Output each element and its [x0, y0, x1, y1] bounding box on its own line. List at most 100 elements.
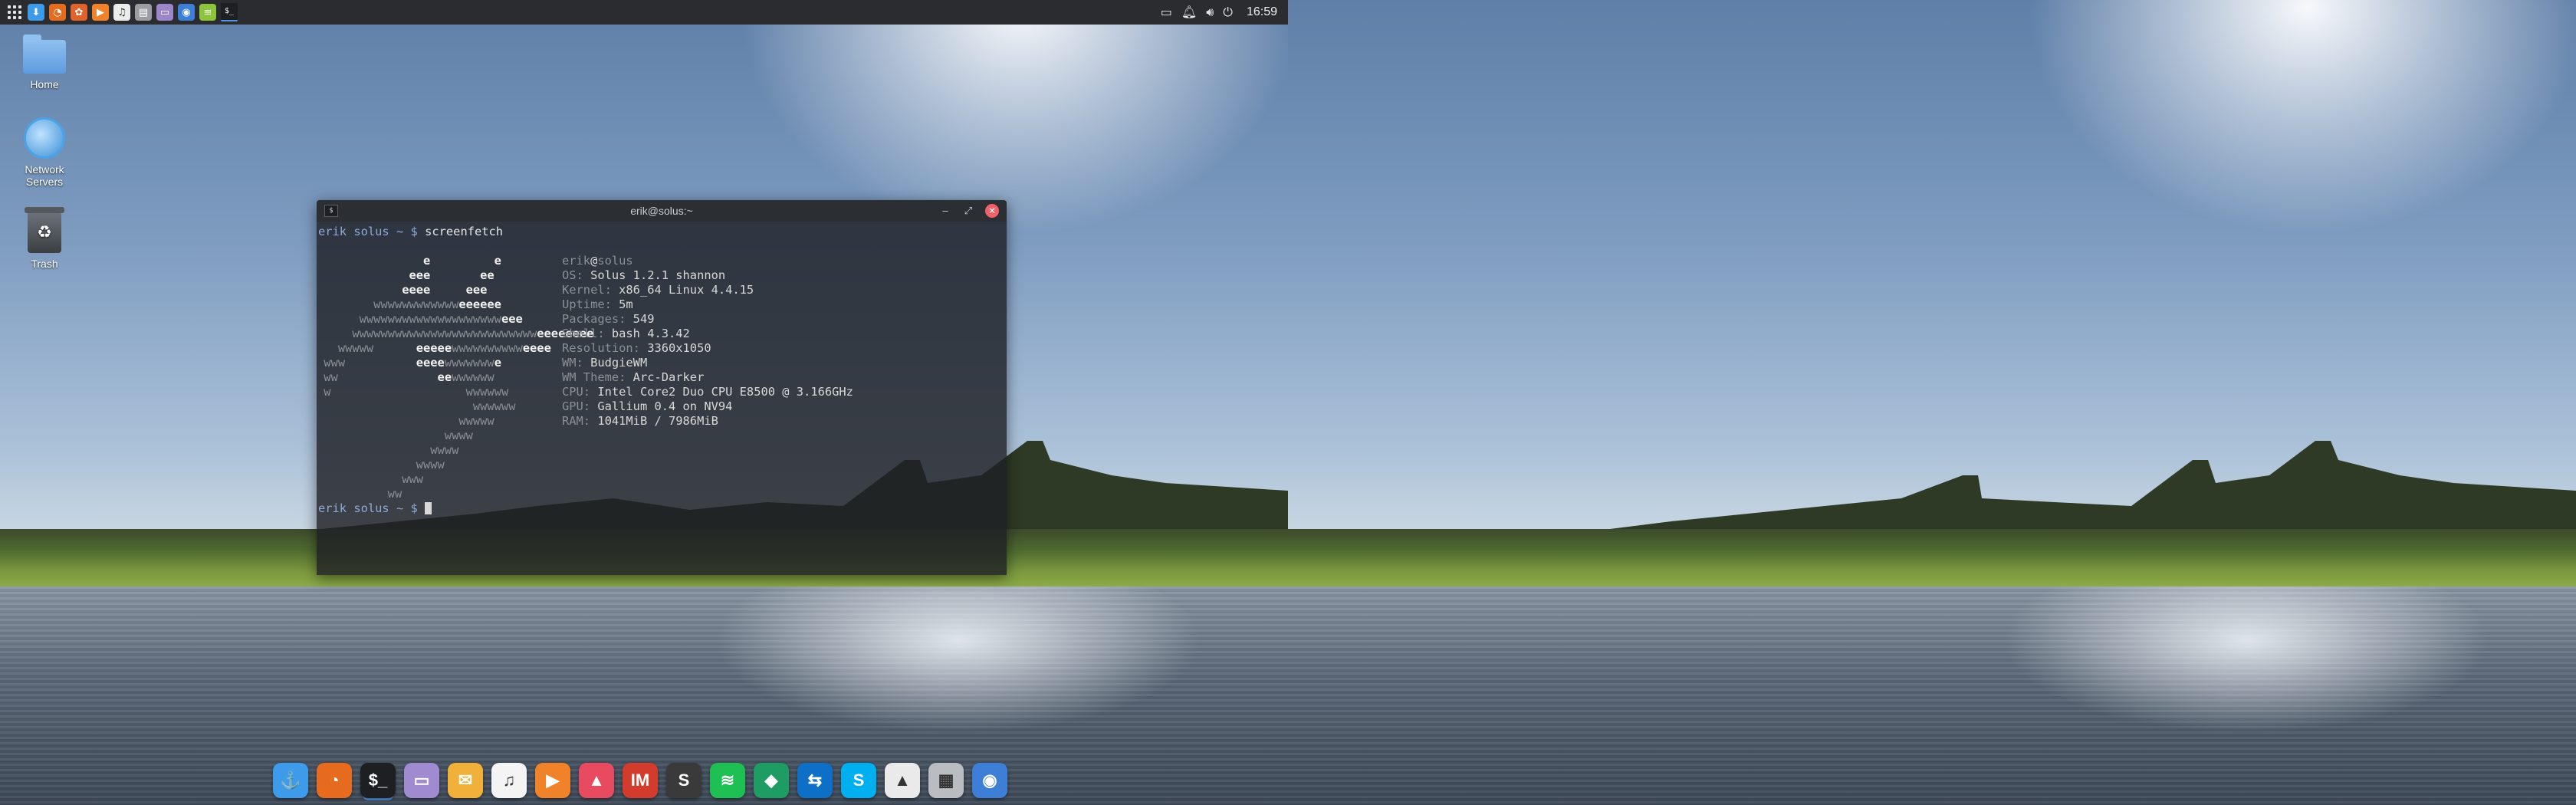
dock: ⚓ ◔ $_ ▭ ✉ ♫ ▶ ▲ IM S ≋ ◆ ⇆ S ▲ ▦ ◉ [273, 759, 1007, 802]
ascii-logo-line: wwww [430, 443, 459, 457]
wallpaper-field [1288, 529, 2576, 590]
ascii-logo-line: eeee eee [317, 283, 488, 297]
info-row: WM Theme: Arc-Darker [562, 370, 853, 385]
info-row: Kernel: x86_64 Linux 4.4.15 [562, 283, 853, 297]
desktop-icon-label: Network [25, 163, 64, 176]
mail-icon[interactable]: ✉ [448, 763, 483, 798]
display-icon[interactable]: ▭ [1161, 6, 1172, 18]
desktop-icon-home[interactable]: Home [6, 34, 83, 90]
info-row: CPU: Intel Core2 Duo CPU E8500 @ 3.166GH… [562, 385, 853, 399]
prompt-symbol: $ [410, 501, 418, 515]
close-icon[interactable]: ✕ [985, 204, 999, 218]
desktop-icon-network-servers[interactable]: Network Servers [6, 117, 83, 188]
im-client-icon[interactable]: IM [623, 763, 658, 798]
info-value: Arc-Darker [626, 370, 705, 384]
desktop-icon-trash[interactable]: ♻ Trash [6, 207, 83, 270]
firefox-icon[interactable]: ◔ [317, 763, 352, 798]
info-row: Packages: 549 [562, 312, 853, 327]
info-value: 3360x1050 [639, 341, 711, 355]
firefox-icon[interactable]: ◔ [49, 4, 66, 21]
terminal-icon[interactable]: $_ [221, 3, 238, 21]
terminal-window[interactable]: $ erik@solus:~ – ⤢ ✕ erik solus ~ $ scre… [317, 200, 1007, 575]
ascii-logo-line: eee ee [317, 268, 495, 282]
volume-icon[interactable]: 🔊︎ [1206, 6, 1214, 18]
prompt-path: ~ [396, 501, 404, 515]
info-value: x86_64 Linux 4.4.15 [611, 283, 754, 297]
screenshot-icon[interactable]: ◉ [178, 4, 195, 21]
info-key: Packages: [562, 312, 626, 326]
app-menu-icon[interactable] [6, 4, 23, 21]
prompt-line: erik solus ~ $ [318, 501, 432, 516]
info-value: BudgieWM [583, 356, 648, 370]
info-key: GPU: [562, 399, 591, 413]
ascii-logo-line: www [402, 472, 424, 486]
desktop-icon-label: Home [30, 78, 59, 90]
info-row: RAM: 1041MiB / 7986MiB [562, 414, 853, 429]
info-key: WM: [562, 356, 583, 370]
text-editor-icon[interactable]: ≡ [199, 4, 216, 21]
prompt-path: ~ [396, 225, 404, 238]
system-info: erik@solus OS: Solus 1.2.1 shannon Kerne… [562, 254, 853, 429]
home-folder-icon [23, 34, 66, 74]
prompt-symbol: $ [410, 225, 418, 238]
network-servers-icon [24, 117, 65, 159]
info-value: bash 4.3.42 [604, 327, 690, 340]
terminal-app-icon: $ [324, 205, 338, 217]
info-value: 1041MiB / 7986MiB [590, 414, 718, 428]
info-sep: @ [590, 254, 598, 268]
teamviewer-icon[interactable]: ⇆ [797, 763, 833, 798]
screenshot-icon[interactable]: ◉ [972, 763, 1007, 798]
media-player-icon[interactable]: ▶ [92, 4, 109, 21]
info-key: CPU: [562, 385, 591, 399]
software-center-icon[interactable]: ⬇ [28, 4, 44, 21]
inkscape-icon[interactable]: ▲ [885, 763, 920, 798]
info-key: Shell: [562, 327, 605, 340]
virtual-machine-icon[interactable]: ▦ [928, 763, 964, 798]
terminal-icon[interactable]: $_ [360, 763, 396, 798]
window-title: erik@solus:~ [630, 205, 693, 217]
prompt-line: erik solus ~ $ screenfetch [318, 225, 1005, 239]
prompt-host: solus [353, 225, 389, 238]
music-icon[interactable]: ♫ [491, 763, 527, 798]
wallpaper-water [1288, 586, 2576, 805]
file-manager-icon[interactable]: ▭ [156, 4, 173, 21]
ascii-logo-line: ww [387, 487, 402, 501]
typed-command: screenfetch [425, 225, 504, 238]
info-key: Kernel: [562, 283, 612, 297]
maximize-icon[interactable]: ⤢ [962, 204, 974, 218]
spotify-icon[interactable]: ≋ [710, 763, 745, 798]
video-player-icon[interactable]: ▶ [535, 763, 570, 798]
info-row: Resolution: 3360x1050 [562, 341, 853, 356]
info-row: OS: Solus 1.2.1 shannon [562, 268, 853, 283]
image-viewer-icon[interactable]: ▲ [579, 763, 614, 798]
info-key: RAM: [562, 414, 591, 428]
info-value: Gallium 0.4 on NV94 [590, 399, 733, 413]
system-monitor-icon[interactable]: ▤ [135, 4, 152, 21]
anchor-icon[interactable]: ⚓ [273, 763, 308, 798]
info-row: WM: BudgieWM [562, 356, 853, 370]
right-monitor [1288, 0, 2576, 805]
system-tray: ▭ 🔔︎ 🔊︎ ⏻ 16:59 [1161, 5, 1288, 19]
notification-icon[interactable]: 🔔︎ [1181, 6, 1197, 18]
power-icon[interactable]: ⏻ [1223, 6, 1233, 18]
file-manager-icon[interactable]: ▭ [404, 763, 439, 798]
minimize-icon[interactable]: – [939, 204, 951, 218]
window-titlebar[interactable]: $ erik@solus:~ – ⤢ ✕ [317, 200, 1007, 222]
vpn-icon[interactable]: ◆ [754, 763, 789, 798]
info-value: 5m [611, 297, 633, 311]
prompt-user: erik [318, 501, 347, 515]
ascii-logo-line: wwwwwwwwwwwwwwwwwwwwwwwwwweeeeeeee [352, 327, 594, 340]
info-value: solus [597, 254, 633, 268]
info-value: 549 [626, 312, 655, 326]
budgie-settings-icon[interactable]: ✿ [71, 4, 87, 21]
skype-icon[interactable]: S [841, 763, 876, 798]
ascii-logo-line: wwwwwwwwwwwweeeeee [373, 297, 501, 311]
info-key: Resolution: [562, 341, 640, 355]
music-player-icon[interactable]: ♫ [113, 4, 130, 21]
terminal-output[interactable]: erik solus ~ $ screenfetch e e eee ee ee… [317, 222, 1007, 575]
trash-icon: ♻ [25, 207, 64, 253]
sublime-text-icon[interactable]: S [666, 763, 702, 798]
text-cursor [425, 502, 432, 514]
ascii-logo-line: wwwww eeeeewwwwwwwwwweeee [337, 341, 551, 355]
clock[interactable]: 16:59 [1247, 5, 1277, 19]
